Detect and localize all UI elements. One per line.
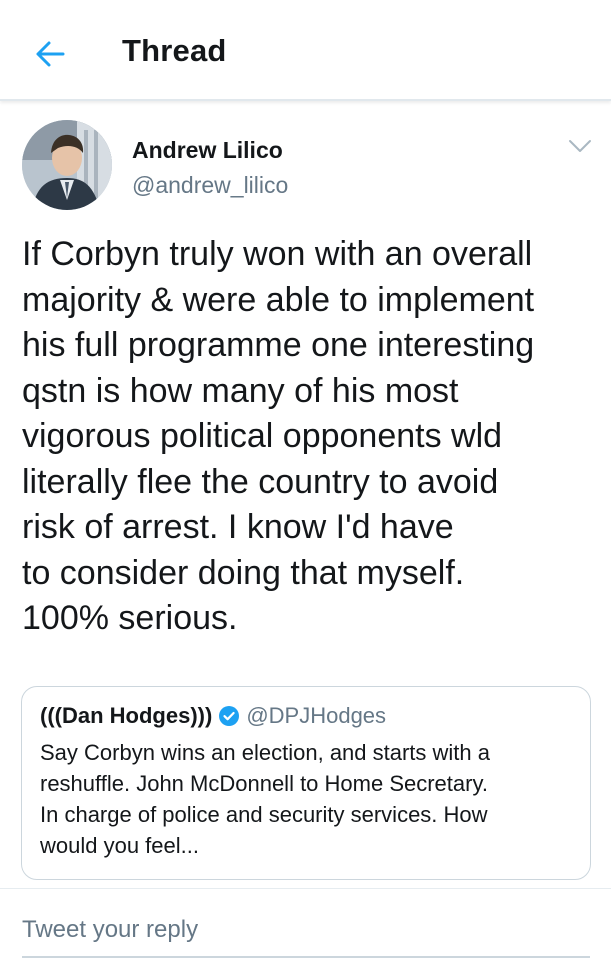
tweet-text-line: risk of arrest. I know I'd have — [22, 508, 454, 546]
quoted-text-line: In charge of police and security service… — [40, 802, 488, 827]
quoted-tweet-card[interactable]: (((Dan Hodges))) @DPJHodges Say Corbyn w… — [21, 686, 591, 880]
back-button[interactable] — [30, 36, 70, 72]
tweet-text-line: majority & were able to implement — [22, 280, 535, 319]
reply-input-underline — [22, 956, 590, 958]
quoted-author-name: (((Dan Hodges))) — [40, 703, 213, 728]
arrow-left-icon — [36, 41, 65, 67]
thread-page: Thread Andrew Lilico @andrew_lilico If C… — [0, 0, 611, 960]
quoted-text-line: reshuffle. John McDonnell to Home Secret… — [40, 771, 488, 796]
tweet-text-line: literally flee the country to avoid — [22, 462, 499, 501]
quoted-tweet-text: Say Corbyn wins an election, and starts … — [40, 737, 580, 861]
tweet-text-line: vigorous political opponents wld — [22, 417, 503, 455]
top-app-bar: Thread — [0, 0, 611, 101]
tweet-text-line: If Corbyn truly won with an overall — [22, 235, 533, 273]
quoted-author-handle: @DPJHodges — [246, 703, 387, 728]
verified-badge-icon — [218, 705, 240, 727]
author-avatar[interactable] — [22, 120, 112, 210]
tweet-text-line: 100% serious. — [22, 599, 238, 637]
author-handle[interactable]: @andrew_lilico — [132, 172, 288, 199]
author-name[interactable]: Andrew Lilico — [132, 137, 283, 164]
page-title: Thread — [122, 33, 227, 68]
quoted-text-line: would you feel... — [40, 833, 199, 858]
tweet-menu-button[interactable] — [566, 136, 594, 156]
tweet-text-line: to consider doing that myself. — [22, 553, 465, 592]
tweet-text: If Corbyn truly won with an overall majo… — [22, 232, 602, 642]
reply-input[interactable] — [22, 912, 582, 948]
chevron-down-icon — [569, 140, 591, 152]
divider — [0, 888, 611, 889]
tweet-text-line: his full programme one interesting — [22, 326, 535, 364]
quoted-text-line: Say Corbyn wins an election, and starts … — [40, 740, 491, 765]
tweet-text-line: qstn is how many of his most — [22, 371, 459, 410]
quoted-tweet-header: (((Dan Hodges))) @DPJHodges — [40, 703, 386, 729]
